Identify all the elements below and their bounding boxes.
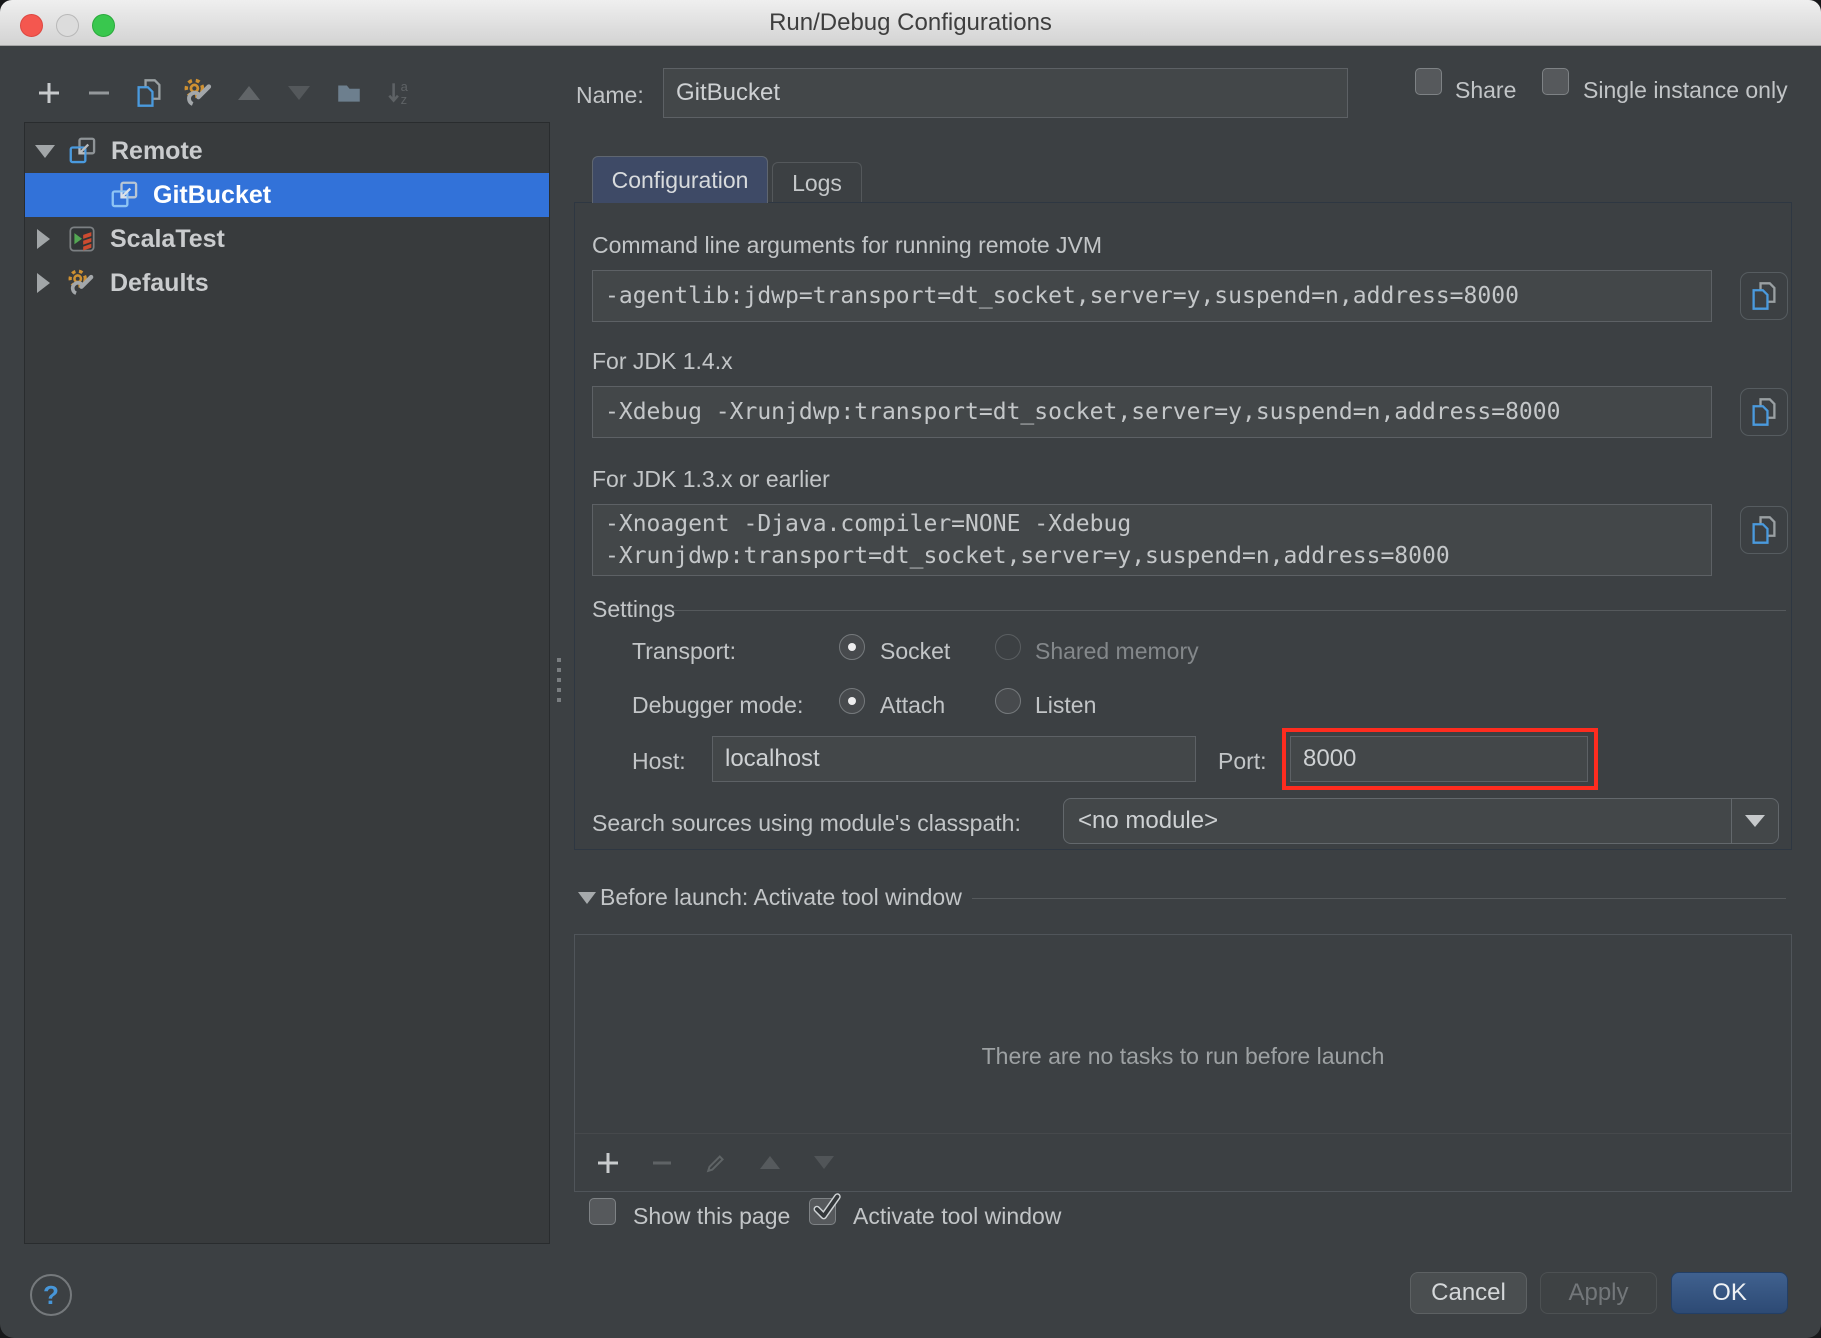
edit-defaults-button[interactable]: [184, 78, 214, 108]
scalatest-icon: [68, 225, 96, 253]
tree-item-defaults[interactable]: Defaults: [25, 261, 549, 305]
tree-item-label: ScalaTest: [110, 225, 225, 254]
cancel-button[interactable]: Cancel: [1410, 1272, 1527, 1314]
tree-item-label: GitBucket: [153, 181, 271, 210]
plus-icon: [595, 1150, 621, 1176]
minus-icon: [86, 80, 112, 106]
apply-button[interactable]: Apply: [1540, 1272, 1657, 1314]
plus-icon: [36, 80, 62, 106]
tree-item-label: Remote: [111, 137, 203, 166]
tab-logs[interactable]: Logs: [772, 162, 862, 203]
down-arrow-icon: [814, 1156, 834, 1169]
remove-configuration-button[interactable]: [84, 78, 114, 108]
ok-button[interactable]: OK: [1671, 1272, 1788, 1314]
before-launch-tasks-panel: There are no tasks to run before launch: [574, 934, 1792, 1192]
svg-text:z: z: [401, 92, 407, 107]
configurations-tree: Remote GitBucket ScalaTe: [24, 122, 550, 1244]
share-checkbox[interactable]: [1415, 68, 1442, 95]
move-down-button[interactable]: [284, 78, 314, 108]
sort-configurations-button[interactable]: a z: [384, 78, 414, 108]
add-task-button[interactable]: [593, 1148, 623, 1178]
collapsed-arrow-icon[interactable]: [37, 229, 50, 249]
panel-splitter-handle[interactable]: [557, 658, 561, 704]
name-input[interactable]: GitBucket: [663, 68, 1348, 118]
show-this-page-label[interactable]: Show this page: [633, 1203, 790, 1230]
empty-tasks-message: There are no tasks to run before launch: [575, 1043, 1791, 1070]
up-arrow-icon: [760, 1156, 780, 1169]
configuration-tab-panel: [574, 202, 1792, 850]
configurations-toolbar: a z: [34, 78, 414, 108]
before-launch-collapse-icon[interactable]: [578, 892, 596, 904]
single-instance-checkbox[interactable]: [1542, 68, 1569, 95]
tree-item-remote[interactable]: Remote: [25, 129, 549, 173]
port-highlight-annotation: [1282, 728, 1598, 790]
move-task-up-button[interactable]: [755, 1148, 785, 1178]
single-instance-label[interactable]: Single instance only: [1583, 77, 1788, 104]
question-mark-icon: ?: [43, 1280, 59, 1311]
wrench-gear-icon: [184, 78, 214, 108]
activate-tool-window-label[interactable]: Activate tool window: [853, 1203, 1061, 1230]
down-arrow-icon: [288, 86, 310, 100]
copy-icon: [134, 78, 164, 108]
tree-item-gitbucket[interactable]: GitBucket: [25, 173, 549, 217]
run-debug-configurations-dialog: Run/Debug Configurations: [0, 0, 1821, 1338]
checkmark-icon: [809, 1191, 843, 1225]
before-launch-toolbar: [575, 1133, 1791, 1191]
sort-az-icon: a z: [385, 79, 413, 107]
name-label: Name:: [576, 82, 644, 109]
move-task-down-button[interactable]: [809, 1148, 839, 1178]
move-up-button[interactable]: [234, 78, 264, 108]
expanded-arrow-icon[interactable]: [35, 145, 55, 158]
activate-tool-window-checkbox[interactable]: [809, 1198, 836, 1225]
before-launch-separator: [972, 898, 1786, 899]
remote-config-icon: [69, 137, 97, 165]
share-label[interactable]: Share: [1455, 77, 1516, 104]
up-arrow-icon: [238, 86, 260, 100]
minus-icon: [649, 1150, 675, 1176]
tree-item-scalatest[interactable]: ScalaTest: [25, 217, 549, 261]
tab-configuration[interactable]: Configuration: [592, 156, 768, 203]
window-title: Run/Debug Configurations: [0, 9, 1821, 37]
show-this-page-checkbox[interactable]: [589, 1198, 616, 1225]
pencil-icon: [703, 1150, 729, 1176]
tree-item-label: Defaults: [110, 269, 209, 298]
remove-task-button[interactable]: [647, 1148, 677, 1178]
remote-config-icon: [111, 181, 139, 209]
copy-configuration-button[interactable]: [134, 78, 164, 108]
help-button[interactable]: ?: [30, 1274, 72, 1316]
titlebar: Run/Debug Configurations: [0, 0, 1821, 46]
wrench-gear-icon: [68, 269, 96, 297]
collapsed-arrow-icon[interactable]: [37, 273, 50, 293]
folder-icon: [335, 79, 363, 107]
before-launch-title[interactable]: Before launch: Activate tool window: [600, 884, 962, 911]
create-folder-button[interactable]: [334, 78, 364, 108]
add-configuration-button[interactable]: [34, 78, 64, 108]
edit-task-button[interactable]: [701, 1148, 731, 1178]
